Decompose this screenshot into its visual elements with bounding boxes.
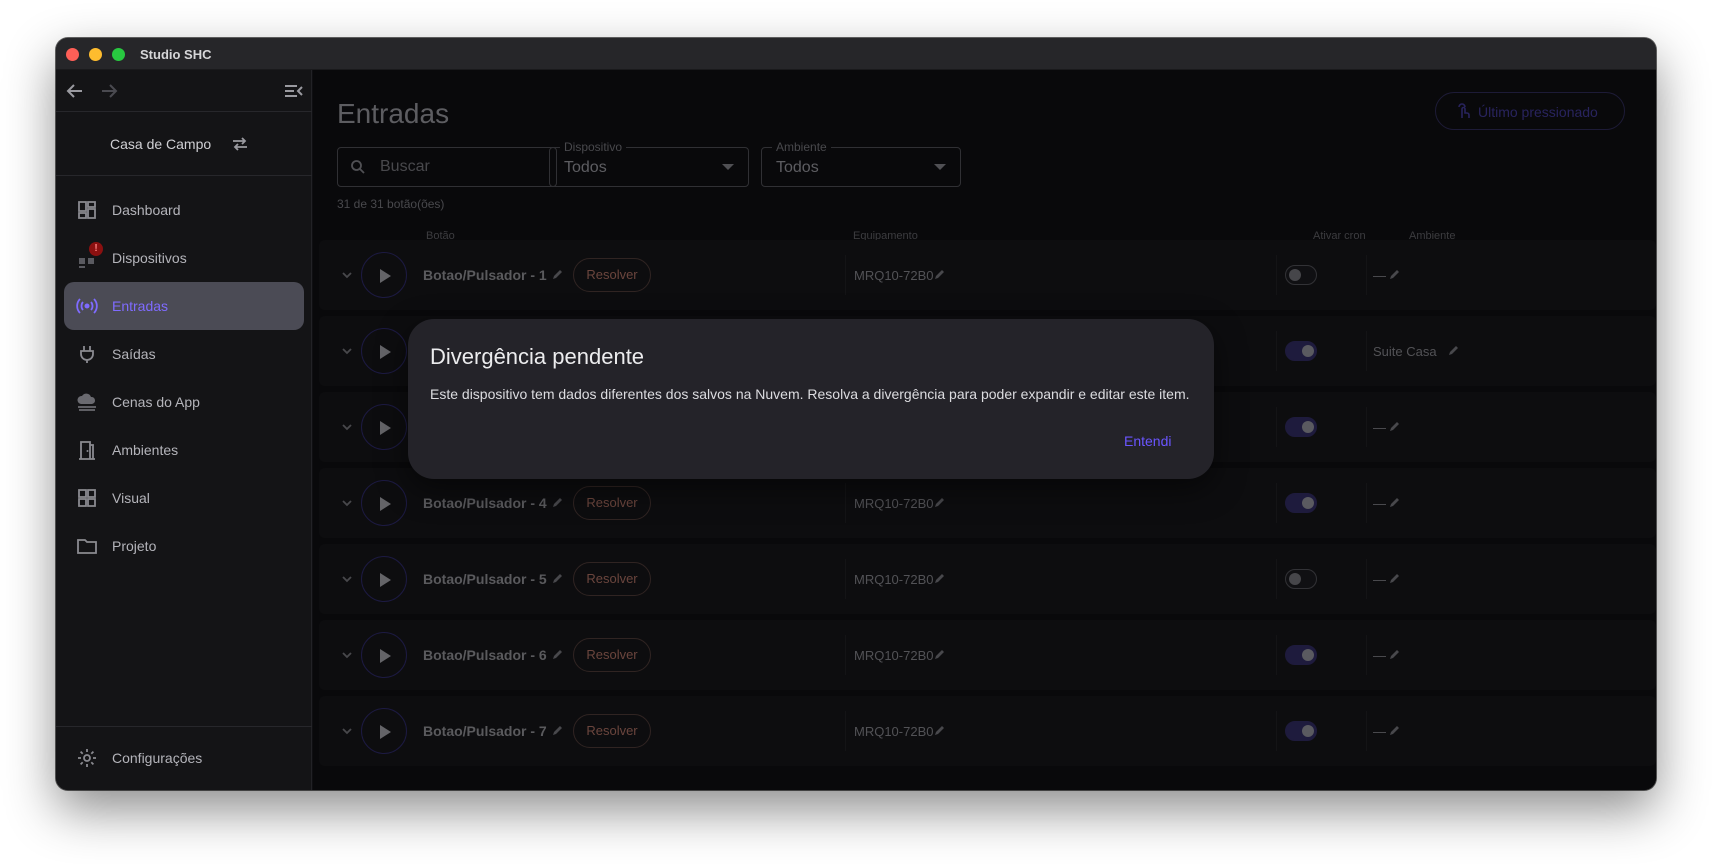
sidebar-item-dispositivos[interactable]: ! Dispositivos	[64, 234, 304, 282]
gear-icon	[78, 749, 96, 767]
project-switcher[interactable]: Casa de Campo	[56, 112, 312, 176]
sidebar-item-label: Dashboard	[112, 202, 181, 218]
sidebar-item-visual[interactable]: Visual	[64, 474, 304, 522]
sidebar-item-label: Entradas	[112, 298, 169, 314]
settings-label: Configurações	[112, 750, 203, 766]
grid-icon	[78, 489, 96, 507]
sidebar-item-cenas[interactable]: Cenas do App	[64, 378, 304, 426]
folder-icon	[77, 539, 97, 554]
sidebar-menu: Dashboard ! Dispositivos Entradas Saídas…	[64, 186, 304, 570]
sidebar-item-entradas[interactable]: Entradas	[64, 282, 304, 330]
sidebar-item-ambientes[interactable]: Ambientes	[64, 426, 304, 474]
dashboard-icon	[78, 201, 96, 219]
modal-overlay[interactable]: Divergência pendente Este dispositivo te…	[313, 70, 1656, 790]
nav-toolbar	[56, 70, 312, 112]
maximize-window-button[interactable]	[112, 48, 125, 61]
sidebar-item-label: Saídas	[112, 346, 156, 362]
sidebar-item-label: Cenas do App	[112, 394, 200, 410]
app-window: Studio SHC Casa de Campo Dashboard ! Dis…	[56, 38, 1656, 790]
sidebar-item-label: Visual	[112, 490, 150, 506]
swap-icon[interactable]	[230, 134, 250, 154]
collapse-menu-icon[interactable]	[282, 80, 304, 102]
sidebar-item-dashboard[interactable]: Dashboard	[64, 186, 304, 234]
main-content: Entradas Último pressionado Buscar Dispo…	[313, 70, 1656, 790]
sidebar-item-label: Dispositivos	[112, 250, 187, 266]
alert-badge: !	[89, 242, 103, 256]
divergence-dialog: Divergência pendente Este dispositivo te…	[408, 319, 1214, 479]
sidebar-item-projeto[interactable]: Projeto	[64, 522, 304, 570]
forward-arrow-icon[interactable]	[98, 80, 120, 102]
project-name: Casa de Campo	[110, 136, 212, 152]
cloud-scene-icon	[77, 393, 96, 411]
sidebar-item-label: Projeto	[112, 538, 157, 554]
close-window-button[interactable]	[66, 48, 79, 61]
sidebar-item-label: Ambientes	[112, 442, 179, 458]
confirm-button[interactable]: Entendi	[1124, 433, 1171, 449]
plug-icon	[80, 346, 94, 363]
door-icon	[79, 441, 95, 460]
dialog-title: Divergência pendente	[430, 344, 645, 369]
window-title: Studio SHC	[140, 47, 212, 62]
sidebar: Casa de Campo Dashboard ! Dispositivos E…	[56, 70, 312, 790]
back-arrow-icon[interactable]	[64, 80, 86, 102]
sidebar-item-configuracoes[interactable]: Configurações	[56, 726, 312, 790]
title-bar: Studio SHC	[56, 38, 1656, 70]
dialog-body: Este dispositivo tem dados diferentes do…	[430, 386, 1190, 402]
broadcast-icon	[76, 298, 98, 314]
sidebar-item-saidas[interactable]: Saídas	[64, 330, 304, 378]
minimize-window-button[interactable]	[89, 48, 102, 61]
